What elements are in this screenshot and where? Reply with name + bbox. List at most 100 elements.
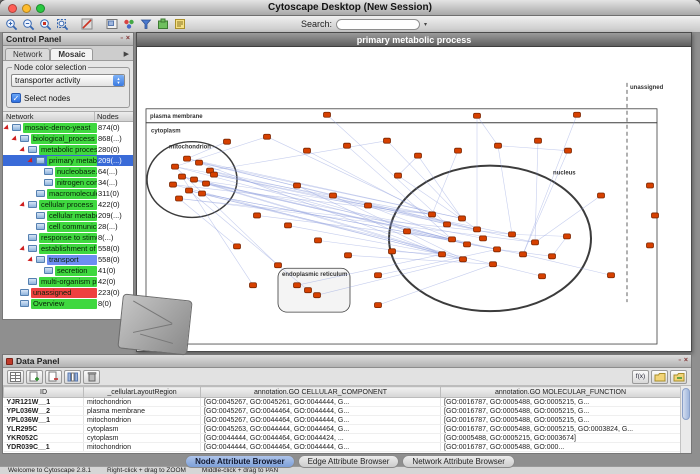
table-scrollbar[interactable] bbox=[680, 386, 691, 453]
network-edge[interactable] bbox=[432, 151, 458, 215]
expander-icon[interactable] bbox=[28, 157, 35, 164]
network-node[interactable] bbox=[429, 212, 436, 217]
import-attributes-button[interactable] bbox=[651, 370, 668, 384]
network-edge[interactable] bbox=[523, 151, 568, 255]
network-node[interactable] bbox=[264, 134, 271, 139]
vizmapper-button[interactable] bbox=[121, 17, 137, 32]
tree-row-cell-communica-[interactable]: cell communica...28(...) bbox=[3, 221, 133, 232]
network-node[interactable] bbox=[389, 249, 396, 254]
expander-icon[interactable] bbox=[12, 135, 19, 142]
network-node[interactable] bbox=[254, 213, 261, 218]
close-panel-icon[interactable]: × bbox=[126, 35, 130, 43]
network-node[interactable] bbox=[449, 237, 456, 242]
expander-icon[interactable] bbox=[20, 245, 27, 252]
table-row[interactable]: YJR121W__1mitochondrion[GO:0045267, GO:0… bbox=[4, 398, 681, 407]
network-edge[interactable] bbox=[498, 146, 568, 151]
network-node[interactable] bbox=[375, 273, 382, 278]
scrollbar-thumb[interactable] bbox=[682, 388, 690, 420]
tree-row-primary-metabo-[interactable]: primary metabo...209(...) bbox=[3, 155, 133, 166]
network-node[interactable] bbox=[464, 242, 471, 247]
delete-attribute-button[interactable] bbox=[45, 370, 62, 384]
tab-node-attribute-browser[interactable]: Node Attribute Browser bbox=[185, 455, 295, 468]
network-node[interactable] bbox=[494, 247, 501, 252]
network-edge[interactable] bbox=[202, 194, 523, 255]
select-nodes-checkbox[interactable]: ✓ bbox=[11, 93, 21, 103]
network-node[interactable] bbox=[344, 143, 351, 148]
tree-row-transport[interactable]: transport558(0) bbox=[3, 254, 133, 265]
network-node[interactable] bbox=[520, 252, 527, 257]
tree-row-mosaic-demo-yeast[interactable]: mosaic-demo-yeast874(0) bbox=[3, 122, 133, 133]
column-header-2[interactable]: annotation.GO CELLULAR_COMPONENT bbox=[201, 387, 441, 398]
annotations-button[interactable] bbox=[172, 17, 188, 32]
network-node[interactable] bbox=[203, 181, 210, 186]
network-node[interactable] bbox=[294, 183, 301, 188]
close-window-button[interactable] bbox=[8, 4, 17, 13]
network-node[interactable] bbox=[574, 112, 581, 117]
network-edge[interactable] bbox=[523, 254, 611, 275]
tab-scroll-right-icon[interactable]: ▶ bbox=[122, 50, 131, 60]
network-node[interactable] bbox=[395, 173, 402, 178]
zoom-in-button[interactable] bbox=[3, 17, 19, 32]
network-node[interactable] bbox=[304, 148, 311, 153]
graphics-details-button[interactable] bbox=[79, 17, 95, 32]
tree-row-cellular-metabo-[interactable]: cellular metabo...209(...) bbox=[3, 210, 133, 221]
tree-row-establishment-of-lo[interactable]: establishment of lo558(0) bbox=[3, 243, 133, 254]
title-bar[interactable]: Cytoscape Desktop (New Session) bbox=[0, 0, 700, 16]
network-node[interactable] bbox=[460, 257, 467, 262]
network-node[interactable] bbox=[365, 203, 372, 208]
network-edge[interactable] bbox=[288, 225, 442, 254]
tab-mosaic[interactable]: Mosaic bbox=[50, 48, 93, 60]
network-node[interactable] bbox=[439, 252, 446, 257]
network-node[interactable] bbox=[474, 113, 481, 118]
network-node[interactable] bbox=[444, 222, 451, 227]
filter-button[interactable] bbox=[138, 17, 154, 32]
network-edge[interactable] bbox=[179, 199, 237, 247]
select-attributes-button[interactable] bbox=[7, 370, 24, 384]
tree-row-multi-organism-pro[interactable]: multi-organism pro42(0) bbox=[3, 276, 133, 287]
network-edge[interactable] bbox=[210, 141, 387, 171]
network-edge[interactable] bbox=[523, 115, 577, 255]
network-node[interactable] bbox=[459, 216, 466, 221]
network-node[interactable] bbox=[176, 196, 183, 201]
tree-row-metabolic-process[interactable]: metabolic process280(0) bbox=[3, 144, 133, 155]
network-node[interactable] bbox=[250, 283, 257, 288]
tree-row-biological-process[interactable]: biological_process868(...) bbox=[3, 133, 133, 144]
network-edge[interactable] bbox=[348, 255, 493, 264]
network-node[interactable] bbox=[191, 177, 198, 182]
zoom-selected-button[interactable] bbox=[37, 17, 53, 32]
network-edge[interactable] bbox=[512, 234, 567, 236]
network-node[interactable] bbox=[480, 236, 487, 241]
network-node[interactable] bbox=[404, 229, 411, 234]
network-node[interactable] bbox=[179, 174, 186, 179]
tab-network-attribute-browser[interactable]: Network Attribute Browser bbox=[402, 455, 514, 468]
expander-icon[interactable] bbox=[20, 201, 27, 208]
network-node[interactable] bbox=[455, 148, 462, 153]
network-node[interactable] bbox=[495, 143, 502, 148]
network-node[interactable] bbox=[199, 191, 206, 196]
network-node[interactable] bbox=[294, 283, 301, 288]
birdseye-view-button[interactable] bbox=[104, 17, 120, 32]
network-edge[interactable] bbox=[498, 146, 512, 235]
minimize-window-button[interactable] bbox=[22, 4, 31, 13]
table-row[interactable]: YKR052Ccytoplasm[GO:0044444, GO:0044464,… bbox=[4, 434, 681, 443]
network-node[interactable] bbox=[285, 223, 292, 228]
network-node[interactable] bbox=[490, 262, 497, 267]
network-edge[interactable] bbox=[297, 186, 442, 255]
modify-columns-button[interactable] bbox=[64, 370, 81, 384]
plugin-manager-button[interactable] bbox=[155, 17, 171, 32]
tree-row-macromolecule-[interactable]: macromolecule...311(0) bbox=[3, 188, 133, 199]
tab-edge-attribute-browser[interactable]: Edge Attribute Browser bbox=[298, 455, 400, 468]
network-node[interactable] bbox=[345, 253, 352, 258]
network-canvas[interactable]: plasma membranecytoplasmmitochondrionnuc… bbox=[137, 47, 691, 351]
network-node[interactable] bbox=[539, 274, 546, 279]
tree-row-unassigned[interactable]: unassigned223(0) bbox=[3, 287, 133, 298]
network-node[interactable] bbox=[565, 148, 572, 153]
network-node[interactable] bbox=[415, 153, 422, 158]
network-edge[interactable] bbox=[493, 264, 542, 276]
search-options-button[interactable]: ▾ bbox=[421, 21, 430, 28]
network-node[interactable] bbox=[211, 172, 218, 177]
network-node[interactable] bbox=[275, 263, 282, 268]
export-attributes-button[interactable] bbox=[670, 370, 687, 384]
network-node[interactable] bbox=[330, 193, 337, 198]
network-edge[interactable] bbox=[398, 156, 418, 176]
